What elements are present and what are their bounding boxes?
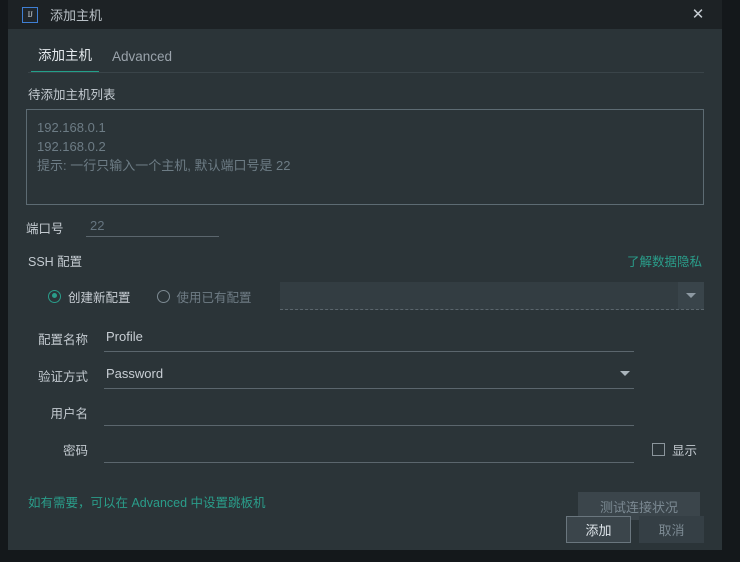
radio-create-new-config[interactable]: 创建新配置 (48, 287, 131, 306)
dialog-title: 添加主机 (50, 8, 103, 23)
chevron-down-icon (620, 371, 630, 376)
auth-method-row: 验证方式 Password (28, 357, 704, 394)
dialog-tabs: 添加主机 Advanced (8, 37, 722, 73)
password-field-wrap (104, 437, 634, 463)
checkbox-unchecked-icon (652, 443, 665, 456)
port-label: 端口号 (26, 221, 64, 236)
username-field-wrap (104, 400, 634, 426)
tab-add-host[interactable]: 添加主机 (28, 44, 102, 73)
auth-method-label: 验证方式 (37, 370, 88, 384)
password-label: 密码 (62, 444, 88, 458)
port-input[interactable] (86, 217, 219, 237)
auth-method-dropdown[interactable]: Password (104, 363, 634, 389)
profile-name-label: 配置名称 (37, 333, 88, 347)
add-button[interactable]: 添加 (566, 516, 631, 543)
ssh-config-title: SSH 配置 (28, 255, 83, 269)
dialog-footer-buttons: 添加 取消 (566, 516, 704, 543)
password-input[interactable] (104, 440, 634, 458)
host-list-placeholder-line: 提示: 一行只输入一个主机, 默认端口号是 22 (37, 158, 291, 173)
profile-name-row: 配置名称 Profile (28, 320, 704, 357)
add-host-dialog: IJ 添加主机 ✕ 添加主机 Advanced 待添加主机列表 192.168.… (8, 0, 722, 550)
username-row: 用户名 (28, 394, 704, 431)
show-password-checkbox[interactable]: 显示 (652, 440, 697, 459)
cancel-button[interactable]: 取消 (639, 516, 704, 543)
data-privacy-link[interactable]: 了解数据隐私 (627, 251, 702, 270)
radio-create-new-config-label: 创建新配置 (68, 290, 131, 305)
window-edge-left (0, 0, 8, 562)
close-icon[interactable]: ✕ (688, 5, 708, 25)
screen: IJ 添加主机 ✕ 添加主机 Advanced 待添加主机列表 192.168.… (0, 0, 740, 562)
username-label: 用户名 (50, 407, 88, 421)
radio-use-existing-config-label: 使用已有配置 (176, 290, 252, 305)
radio-use-existing-config[interactable]: 使用已有配置 (156, 287, 252, 306)
port-row: 端口号 (26, 217, 704, 237)
window-edge-right (722, 0, 740, 562)
existing-config-combobox[interactable] (279, 282, 704, 310)
auth-method-value: Password (106, 366, 164, 381)
host-list-label: 待添加主机列表 (28, 88, 116, 102)
ssh-mode-row: 创建新配置 使用已有配置 (26, 282, 704, 310)
advanced-jumpserver-hint[interactable]: 如有需要，可以在 Advanced 中设置跳板机 (28, 492, 266, 511)
tab-advanced[interactable]: Advanced (102, 49, 182, 73)
radio-selected-icon (48, 289, 61, 303)
password-row: 密码 显示 (28, 431, 704, 468)
chevron-down-icon (686, 293, 696, 298)
ssh-config-form: 配置名称 Profile 验证方式 Password 用户名 密码 显示 (26, 320, 704, 468)
radio-unselected-icon (156, 289, 170, 303)
show-password-label: 显示 (672, 444, 698, 458)
tab-divider (28, 72, 704, 73)
host-list-textarea[interactable]: 192.168.0.1 192.168.0.2 提示: 一行只输入一个主机, 默… (26, 109, 704, 205)
username-input[interactable] (104, 403, 634, 421)
ssh-config-header: SSH 配置 了解数据隐私 (26, 251, 704, 270)
profile-name-field[interactable]: Profile (104, 326, 634, 352)
dialog-body: 待添加主机列表 192.168.0.1 192.168.0.2 提示: 一行只输… (8, 84, 722, 520)
intellij-idea-icon: IJ (22, 6, 38, 23)
existing-config-dropdown-button[interactable] (678, 282, 704, 309)
dialog-titlebar: IJ 添加主机 ✕ (8, 0, 722, 29)
host-list-placeholder-line: 192.168.0.2 (37, 139, 106, 154)
profile-name-value: Profile (106, 329, 143, 344)
window-edge-bottom (0, 550, 740, 562)
host-list-placeholder-line: 192.168.0.1 (37, 120, 106, 135)
